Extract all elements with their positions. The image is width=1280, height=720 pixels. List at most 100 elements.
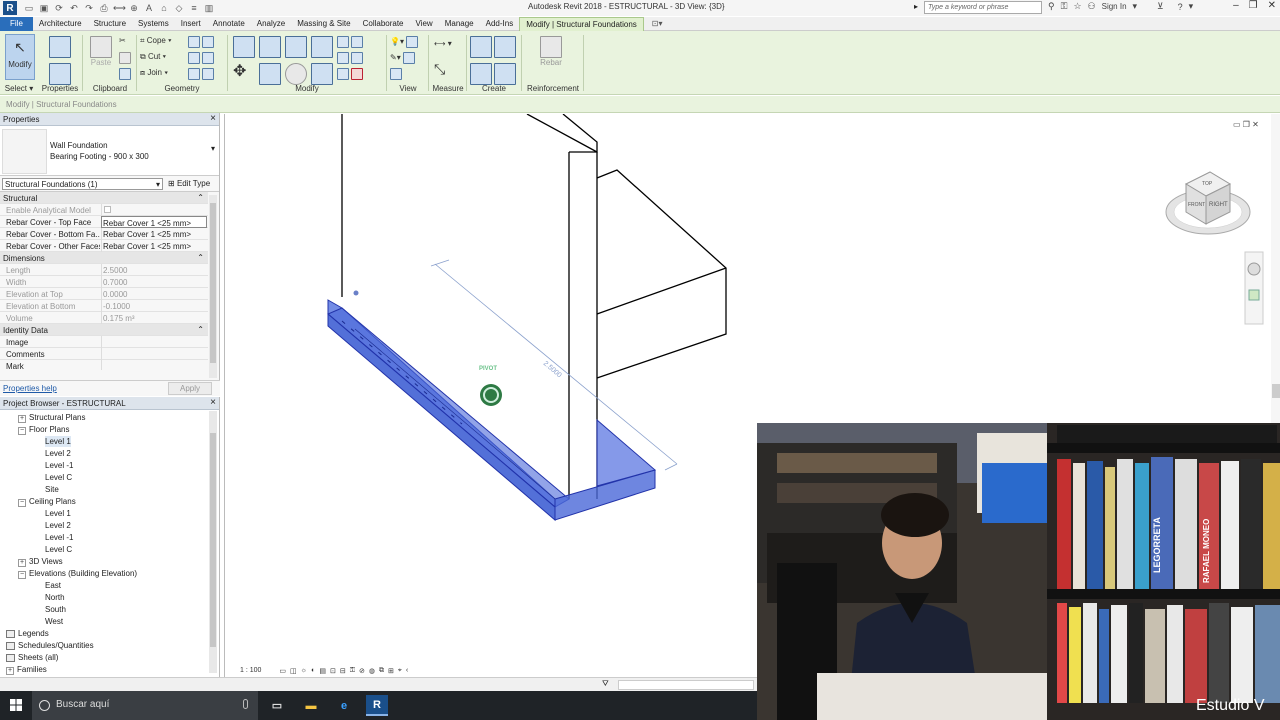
property-category[interactable]: Identity Data ⌃ (0, 324, 208, 336)
tree-item[interactable]: South (45, 604, 66, 615)
navigation-bar[interactable] (1244, 251, 1264, 325)
edge-icon[interactable]: e (333, 695, 355, 716)
subscription-icon[interactable]: ⚿ (1061, 1, 1068, 12)
property-value[interactable]: 0.175 m³ (101, 312, 207, 324)
tree-item[interactable]: Level -1 (45, 532, 73, 543)
collapse-icon[interactable]: − (18, 427, 26, 435)
geometry-tool-icon[interactable] (188, 52, 215, 64)
tab-annotate[interactable]: Annotate (207, 17, 251, 31)
modify-button[interactable]: ↖ Modify (5, 34, 35, 80)
property-row[interactable]: Rebar Cover - Other Faces Rebar Cover 1 <… (0, 240, 208, 252)
tree-item[interactable]: Level -1 (45, 460, 73, 471)
rebar-button[interactable]: Rebar (540, 36, 562, 67)
sun-path-icon[interactable]: ☼ (301, 667, 307, 674)
tree-item[interactable]: Schedules/Quantities (6, 640, 94, 651)
tree-item[interactable]: − Elevations (Building Elevation) (18, 568, 137, 579)
collapse-icon[interactable]: − (18, 571, 26, 579)
chevron-down-icon[interactable]: ▾ (1189, 1, 1194, 12)
measure-icon[interactable]: ⟷ ▾ (434, 39, 452, 48)
tab-architecture[interactable]: Architecture (33, 17, 88, 31)
viewcube[interactable]: TOP FRONT RIGHT (1165, 171, 1251, 235)
worksharing-icon[interactable]: ⧉ (379, 667, 384, 675)
tree-item[interactable]: Level 1 (45, 508, 71, 519)
select-dropdown[interactable]: Select ▾ (0, 84, 38, 93)
properties-icon[interactable] (49, 36, 71, 58)
search-arrow-icon[interactable]: ▸ (914, 2, 918, 11)
taskbar-search[interactable]: Buscar aquí (32, 691, 258, 720)
apply-button[interactable]: Apply (168, 382, 212, 395)
cart-icon[interactable]: ⊻ (1157, 1, 1164, 12)
scale-icon[interactable] (337, 68, 364, 80)
linework-icon[interactable] (390, 68, 402, 80)
close-icon[interactable]: × (210, 397, 216, 408)
print-icon[interactable]: ⎙ (98, 3, 110, 14)
collapse-icon[interactable]: ⌃ (197, 325, 204, 334)
text-icon[interactable]: A (143, 3, 155, 14)
align-icon[interactable] (233, 36, 255, 58)
cut-icon[interactable]: ✂ (119, 36, 126, 45)
file-explorer-icon[interactable]: ▬ (300, 695, 322, 716)
type-properties-icon[interactable] (49, 63, 71, 85)
checkbox[interactable] (104, 206, 111, 213)
crop-view-icon[interactable]: ⊡ (330, 667, 336, 675)
tree-item[interactable]: East (45, 580, 61, 591)
property-value[interactable]: 0.0000 (101, 288, 207, 300)
tab-add-ins[interactable]: Add-Ins (480, 17, 520, 31)
property-value[interactable] (101, 204, 207, 216)
cope-button[interactable]: ⌗ Cope ▾ (140, 36, 171, 46)
viewcube-right-label[interactable]: RIGHT (1209, 202, 1228, 208)
expand-icon[interactable]: + (18, 415, 26, 423)
favorites-icon[interactable]: ☆ (1073, 1, 1081, 12)
render-icon[interactable]: ▤ (319, 667, 326, 675)
viewcube-top-label[interactable]: TOP (1202, 181, 1213, 187)
type-selector[interactable]: Wall Foundation Bearing Footing - 900 x … (0, 126, 219, 176)
close-icon[interactable]: ✕ (1268, 0, 1276, 11)
tree-item[interactable]: Site (45, 484, 59, 495)
property-row[interactable]: Enable Analytical Model (0, 204, 208, 216)
property-row[interactable]: Mark (0, 360, 208, 370)
lock-view-icon[interactable]: ⚿ (350, 667, 355, 675)
property-row[interactable]: Image (0, 336, 208, 348)
collapse-icon[interactable]: − (18, 499, 26, 507)
view-window-controls[interactable]: ▭ ❐ ✕ (1233, 120, 1259, 129)
create-assembly-icon[interactable] (470, 36, 492, 58)
sync-icon[interactable]: ⟳ (53, 3, 65, 14)
close-hidden-icon[interactable]: ▥ (203, 3, 215, 14)
property-row[interactable]: Volume 0.175 m³ (0, 312, 208, 324)
copy-element-icon[interactable] (259, 63, 281, 85)
property-value[interactable] (101, 336, 207, 348)
wall-geometry[interactable] (341, 114, 727, 499)
tree-item[interactable]: Level C (45, 544, 72, 555)
property-category[interactable]: Structural ⌃ (0, 192, 208, 204)
tab-file[interactable]: File (0, 16, 33, 31)
close-icon[interactable]: × (210, 113, 216, 124)
save-icon[interactable]: ▣ (38, 3, 50, 14)
instance-filter-dropdown[interactable]: Structural Foundations (1) ▾ (2, 178, 163, 190)
help-icon[interactable]: ? (1178, 2, 1183, 12)
tab-analyze[interactable]: Analyze (251, 17, 291, 31)
tab-view[interactable]: View (410, 17, 439, 31)
binoculars-icon[interactable]: ⚲ (1048, 1, 1055, 12)
property-row[interactable]: Rebar Cover - Bottom Fa... Rebar Cover 1 … (0, 228, 208, 240)
chevron-down-icon[interactable]: ▾ (1133, 1, 1138, 12)
trim-extend-icon[interactable] (311, 63, 333, 85)
highlight-icon[interactable]: ⌖ (398, 667, 402, 675)
show-crop-icon[interactable]: ⊟ (340, 667, 346, 675)
tree-item[interactable]: Sheets (all) (6, 652, 58, 663)
mirror-pick-icon[interactable] (285, 36, 307, 58)
scroll-thumb[interactable] (210, 433, 216, 647)
property-value[interactable]: Rebar Cover 1 <25 mm> (101, 228, 207, 240)
mic-icon[interactable] (243, 699, 248, 709)
array-icon[interactable] (337, 52, 364, 64)
browser-scrollbar[interactable] (209, 411, 217, 673)
measure-icon[interactable]: ⟷ (113, 3, 126, 14)
undo-icon[interactable]: ↶ (68, 3, 80, 14)
offset-icon[interactable] (259, 36, 281, 58)
property-value[interactable] (101, 348, 207, 360)
scroll-thumb[interactable] (210, 203, 216, 363)
create-similar-icon[interactable] (494, 63, 516, 85)
reveal-hidden-icon[interactable]: ◍ (369, 667, 375, 675)
properties-scrollbar[interactable] (209, 195, 217, 378)
windows-start-icon[interactable] (10, 699, 22, 711)
view-scale[interactable]: 1 : 100 (240, 667, 261, 674)
